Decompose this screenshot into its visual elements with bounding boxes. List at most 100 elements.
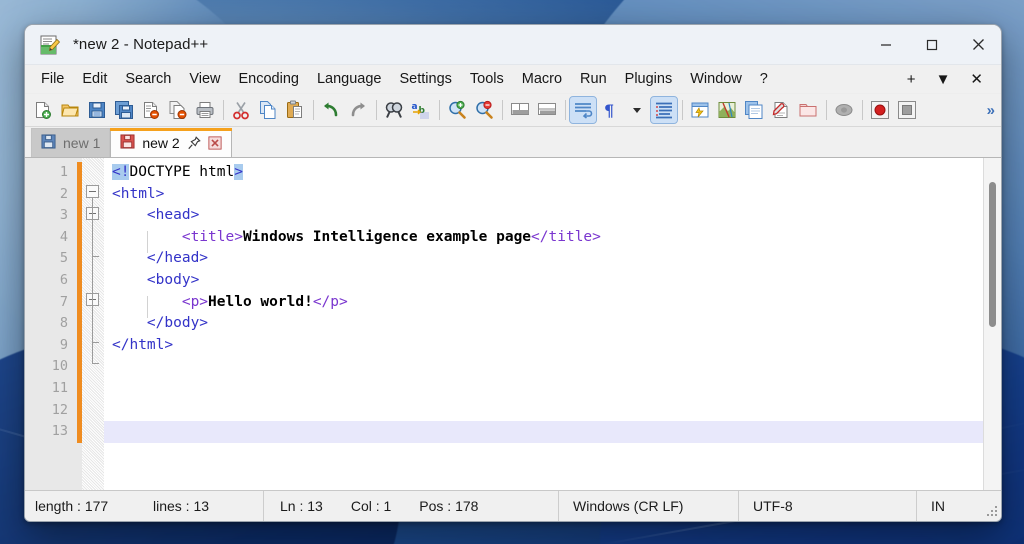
code-line[interactable]: <head> (104, 205, 983, 227)
copy-button[interactable] (255, 97, 281, 123)
code-token (112, 315, 147, 331)
fold-line-head (92, 220, 93, 256)
code-line[interactable]: <title>Windows Intelligence example page… (104, 227, 983, 249)
code-line[interactable]: <!DOCTYPE html> (104, 162, 983, 184)
toolbar-overflow-icon[interactable]: » (987, 102, 995, 119)
menu-bar: File Edit Search View Encoding Language … (25, 65, 1001, 94)
new-file-button[interactable] (30, 97, 56, 123)
indent-guide-line-4 (147, 231, 148, 253)
menu-file[interactable]: File (32, 67, 73, 91)
tab-label: new 2 (142, 135, 179, 151)
sync-horizontal-scroll-button[interactable] (534, 97, 560, 123)
close-all-button[interactable] (165, 97, 191, 123)
code-token: Windows Intelligence example page (243, 229, 531, 245)
print-button[interactable] (192, 97, 218, 123)
show-all-characters-button[interactable]: ¶ (597, 97, 623, 123)
line-number: 7 (25, 292, 77, 314)
code-text-area[interactable]: <!DOCTYPE html><html> <head> <title>Wind… (104, 158, 983, 490)
code-line[interactable] (104, 356, 983, 378)
window-controls (863, 25, 1001, 64)
stop-macro-button[interactable] (894, 97, 920, 123)
zoom-out-button[interactable] (471, 97, 497, 123)
code-token (112, 207, 147, 223)
toolbar-separator (223, 100, 224, 120)
code-line[interactable]: </html> (104, 335, 983, 357)
toolbar-dropdown-chevron-down-icon[interactable] (624, 97, 650, 123)
tab-new-2[interactable]: new 2 (110, 128, 231, 157)
line-number: 12 (25, 400, 77, 422)
window-title: *new 2 - Notepad++ (73, 36, 208, 53)
pin-icon[interactable] (187, 136, 201, 150)
menu-bar-right-controls: + ▼ ✕ (897, 70, 1001, 89)
new-tab-plus-icon[interactable]: + (897, 70, 926, 89)
resize-grip[interactable] (986, 506, 998, 518)
code-line[interactable]: <p>Hello world!</p> (104, 292, 983, 314)
fold-box-html[interactable] (86, 185, 99, 198)
line-number: 8 (25, 313, 77, 335)
save-all-button[interactable] (111, 97, 137, 123)
redo-button[interactable] (345, 97, 371, 123)
sync-vertical-scroll-button[interactable] (507, 97, 533, 123)
code-line[interactable]: <html> (104, 184, 983, 206)
document-map-button[interactable] (714, 97, 740, 123)
fold-tail-html (92, 363, 99, 364)
menu-window[interactable]: Window (681, 67, 751, 91)
menu-help[interactable]: ? (751, 67, 777, 91)
close-document-icon[interactable]: ✕ (960, 70, 993, 89)
line-number: 3 (25, 205, 77, 227)
status-ln: Ln : 13 (264, 491, 333, 521)
tab-save-icon (41, 134, 56, 152)
paste-button[interactable] (282, 97, 308, 123)
close-button[interactable] (955, 25, 1001, 64)
tab-new-1[interactable]: new 1 (31, 128, 110, 157)
line-number: 13 (25, 421, 77, 443)
code-token: <head> (147, 207, 199, 223)
code-token: </title> (531, 229, 601, 245)
menu-macro[interactable]: Macro (513, 67, 571, 91)
word-wrap-button[interactable] (570, 97, 596, 123)
code-line[interactable] (104, 400, 983, 422)
code-line[interactable] (104, 378, 983, 400)
menu-plugins[interactable]: Plugins (616, 67, 682, 91)
notepad-plus-plus-window: *new 2 - Notepad++ File Edit Search View… (24, 24, 1002, 522)
record-macro-button[interactable] (867, 97, 893, 123)
menu-settings[interactable]: Settings (390, 67, 460, 91)
status-pos: Pos : 178 (401, 491, 488, 521)
maximize-button[interactable] (909, 25, 955, 64)
minimize-button[interactable] (863, 25, 909, 64)
menu-encoding[interactable]: Encoding (230, 67, 308, 91)
code-line[interactable]: <body> (104, 270, 983, 292)
line-number: 4 (25, 227, 77, 249)
cut-button[interactable] (228, 97, 254, 123)
close-file-button[interactable] (138, 97, 164, 123)
code-line[interactable]: </body> (104, 313, 983, 335)
undo-button[interactable] (318, 97, 344, 123)
close-tab-icon[interactable] (208, 136, 222, 150)
document-list-button[interactable] (741, 97, 767, 123)
function-list-button[interactable] (768, 97, 794, 123)
code-line[interactable] (104, 421, 983, 443)
line-number: 9 (25, 335, 77, 357)
vertical-scrollbar-thumb[interactable] (989, 182, 996, 327)
menu-tools[interactable]: Tools (461, 67, 513, 91)
menu-view[interactable]: View (180, 67, 229, 91)
status-lines: lines : 13 (143, 491, 263, 521)
tab-list-chevron-down-icon[interactable]: ▼ (926, 70, 961, 89)
menu-search[interactable]: Search (116, 67, 180, 91)
folder-as-workspace-button[interactable] (795, 97, 821, 123)
menu-language[interactable]: Language (308, 67, 391, 91)
vertical-scrollbar[interactable] (983, 158, 1001, 490)
user-defined-dialog-button[interactable] (687, 97, 713, 123)
indent-guide-button[interactable] (651, 97, 677, 123)
code-token: > (234, 164, 243, 180)
monitoring-button[interactable] (831, 97, 857, 123)
save-file-button[interactable] (84, 97, 110, 123)
zoom-in-button[interactable] (444, 97, 470, 123)
find-button[interactable] (381, 97, 407, 123)
replace-button[interactable]: a b (408, 97, 434, 123)
fold-tail-body (92, 342, 99, 343)
code-line[interactable]: </head> (104, 248, 983, 270)
menu-edit[interactable]: Edit (73, 67, 116, 91)
menu-run[interactable]: Run (571, 67, 616, 91)
open-file-button[interactable] (57, 97, 83, 123)
